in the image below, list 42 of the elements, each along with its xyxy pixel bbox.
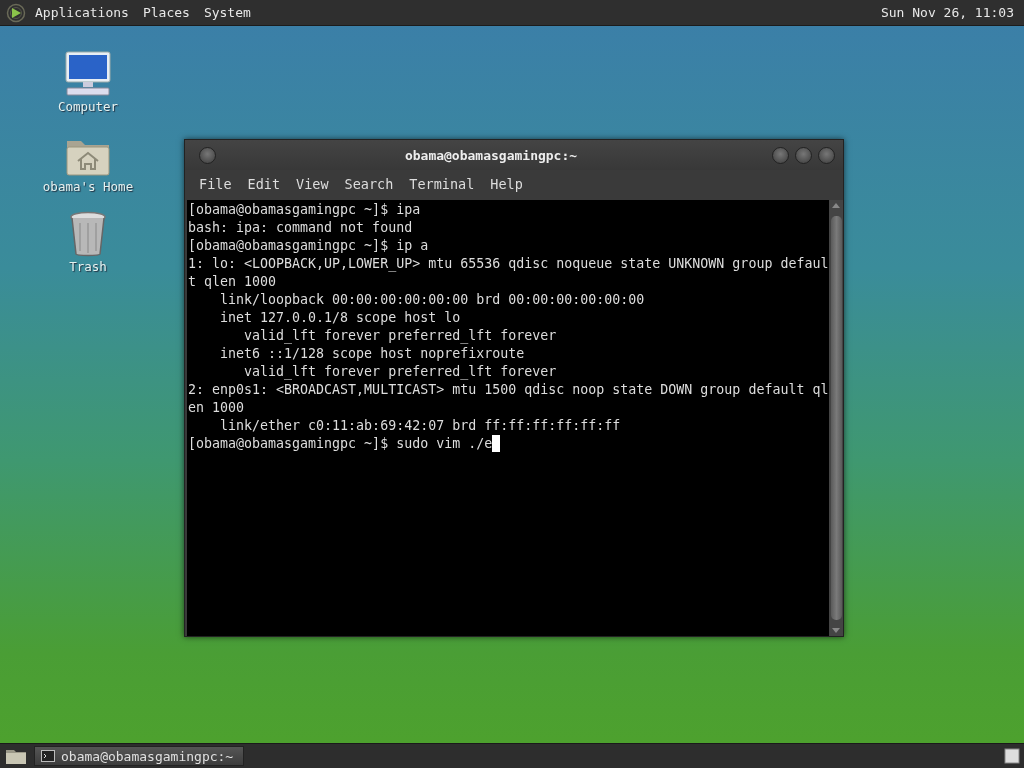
close-button[interactable] [818,146,835,164]
terminal-line: link/loopback 00:00:00:00:00:00 brd 00:00:00:00:00:00 [219,291,645,309]
terminal-line: [obama@obamasgamingpc ~]$ ip a [188,237,429,255]
menu-item[interactable]: Terminal [401,174,483,194]
trash-icon [69,211,107,257]
desktop-icon-label[interactable]: Computer [57,99,119,114]
window-title: obama@obamasgamingpc:~ [403,147,579,163]
terminal-line: bash: ipa: command not found [188,219,413,237]
terminal-line: valid_lft forever preferred_lft forever [243,327,557,345]
terminal-line: valid_lft forever preferred_lft forever [243,363,557,381]
panel-menu[interactable]: Places [137,3,195,22]
terminal-line: inet6 ::1/128 scope host noprefixroute [219,345,525,363]
panel-menu[interactable]: Applications [30,3,134,22]
terminal-line: en 1000 [188,399,245,417]
menu-item[interactable]: Edit [239,174,289,194]
main-menu-icon[interactable] [6,2,26,23]
menu-item[interactable]: Help [482,174,531,194]
desktop-icon-label[interactable]: obama's Home [42,179,134,194]
terminal-line: 2: enp0s1: <BROADCAST,MULTICAST> mtu 1500 qdisc noop state DOWN group default ql [188,381,829,399]
terminal-line: [obama@obamasgamingpc ~]$ sudo vim ./e [188,435,493,453]
menu-item[interactable]: File [191,174,240,194]
terminal-line: t qlen 1000 [188,273,277,291]
clock[interactable]: Sun Nov 26, 11:03 [880,5,1018,20]
scrollbar-thumb[interactable] [830,216,842,620]
terminal-line: link/ether c0:11:ab:69:42:07 brd ff:ff:ff:ff:ff:ff [219,417,621,435]
panel-menu[interactable]: System [198,3,256,22]
window-menu-button[interactable] [199,146,216,164]
terminal-line: 1: lo: <LOOPBACK,UP,LOWER_UP> mtu 65536 qdisc noqueue state UNKNOWN group defaul [188,255,829,273]
scroll-down-icon[interactable] [832,628,840,633]
text-cursor [492,435,501,452]
computer-icon [63,51,113,97]
terminal-line: [obama@obamasgamingpc ~]$ ipa [188,201,421,219]
terminal-line: inet 127.0.0.1/8 scope host lo [219,309,461,327]
menu-item[interactable]: View [288,174,337,194]
maximize-button[interactable] [795,146,812,164]
menu-item[interactable]: Search [336,174,402,194]
scroll-up-icon[interactable] [832,203,840,208]
taskbar-button[interactable]: obama@obamasgamingpc:~ [34,746,245,766]
scrollbar[interactable] [829,200,843,636]
workspace-switcher-icon[interactable] [1004,748,1020,764]
terminal-icon [41,750,55,762]
minimize-button[interactable] [772,146,789,164]
